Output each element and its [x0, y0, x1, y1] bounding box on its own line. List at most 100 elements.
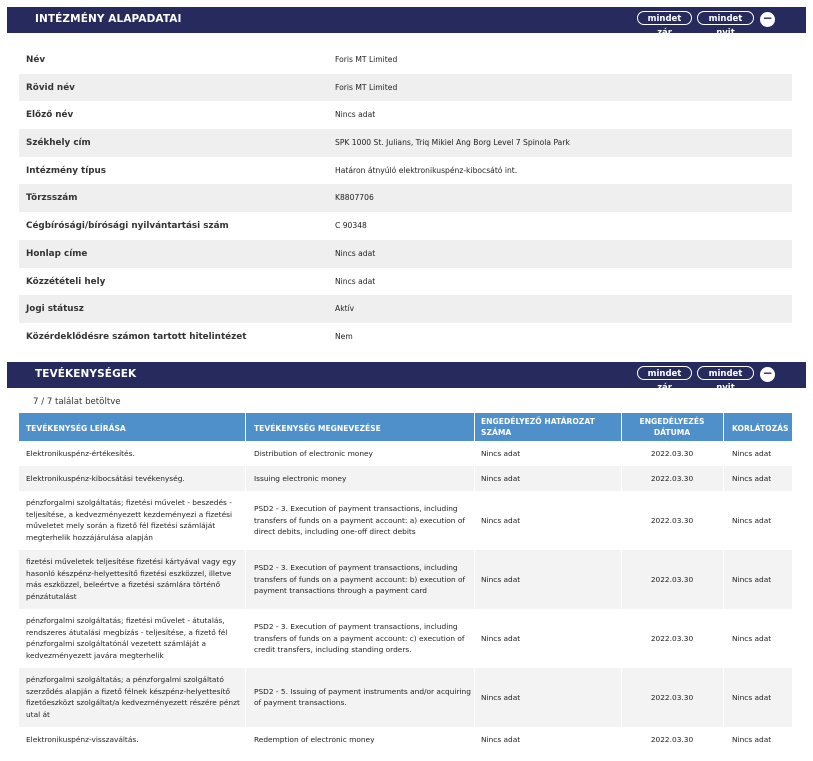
column-divider	[723, 550, 724, 609]
column-divider	[474, 466, 475, 491]
column-divider	[723, 441, 724, 466]
table-row: pénzforgalmi szolgáltatás; a pénzforgalm…	[19, 668, 792, 727]
restriction-cell: Nincs adat	[732, 734, 772, 744]
expand-all-button[interactable]: mindet nyit	[697, 11, 754, 38]
decision-number-cell: Nincs adat	[481, 515, 521, 525]
minus-icon[interactable]: −	[760, 12, 775, 27]
name-cell: Distribution of electronic money	[254, 448, 472, 460]
info-label: Jogi státusz	[26, 304, 84, 315]
description-line: Elektronikuspénz-kibocsátási tevékenység…	[26, 473, 185, 483]
decision-number-cell: Nincs adat	[481, 692, 521, 702]
name-cell: PSD2 - 3. Execution of payment transacti…	[254, 503, 472, 538]
name-line: PSD2 - 5. Issuing of payment instruments…	[254, 686, 471, 696]
name-line: transfers of funds on a payment account:…	[254, 574, 466, 584]
info-label: Honlap címe	[26, 248, 88, 259]
restriction-cell: Nincs adat	[732, 515, 772, 525]
info-label: Törzsszám	[26, 193, 78, 204]
description-line: hasonló készpénz-helyettesítő fizetési e…	[26, 568, 232, 578]
column-divider	[245, 727, 246, 752]
column-divider	[723, 668, 724, 727]
activities-section-header: TEVÉKENYSÉGEK mindet zár mindet nyit −	[7, 362, 806, 393]
column-divider	[723, 609, 724, 668]
info-row: Székhely cím SPK 1000 St. Julians, Triq M…	[19, 129, 792, 157]
info-value: Foris MT Limited	[335, 82, 398, 92]
restriction-cell: Nincs adat	[732, 448, 772, 458]
column-divider	[245, 668, 246, 727]
info-row: Törzsszám K8807706	[19, 184, 792, 213]
column-header-date[interactable]: ENGEDÉLYEZÉS DÁTUMA	[621, 417, 723, 437]
column-header-name[interactable]: TEVÉKENYSÉG MEGNEVEZÉSE	[254, 424, 381, 433]
expand-all-button[interactable]: mindet nyit	[697, 366, 754, 393]
decision-number-cell: Nincs adat	[481, 633, 521, 643]
collapse-all-button[interactable]: mindet zár	[637, 11, 692, 38]
column-header-decision-line1: ENGEDÉLYEZŐ HATÁROZAT	[481, 417, 595, 426]
table-row: Elektronikuspénz-értékesítés. Distributio…	[19, 441, 792, 466]
description-cell: pénzforgalmi szolgáltatás; a pénzforgalm…	[26, 674, 242, 720]
info-value: SPK 1000 St. Julians, Triq Mikiel Ang Bo…	[335, 138, 570, 148]
date-cell: 2022.03.30	[650, 448, 694, 458]
column-header-restriction[interactable]: KORLÁTOZÁS	[732, 424, 788, 433]
description-cell: Elektronikuspénz-visszaváltás.	[26, 734, 242, 746]
description-line: műveletet mely során a fizető fél fizeté…	[26, 521, 216, 531]
name-line: credit transfers, including standing ord…	[254, 645, 412, 655]
collapse-all-button[interactable]: mindet zár	[637, 366, 692, 393]
info-row: Név Foris MT Limited	[19, 46, 792, 74]
name-cell: Redemption of electronic money	[254, 734, 472, 746]
table-row: Elektronikuspénz-visszaváltás. Redemption…	[19, 727, 792, 752]
column-header-decision-number[interactable]: ENGEDÉLYEZŐ HATÁROZAT SZÁMA	[481, 417, 595, 437]
description-line: más eszközzel, beleértve a fizetési szám…	[26, 580, 221, 590]
column-divider	[621, 466, 622, 491]
info-row: Rövid név Foris MT Limited	[19, 73, 792, 102]
table-row: fizetési műveletek teljesítése fizetési …	[19, 550, 792, 609]
date-cell: 2022.03.30	[650, 473, 694, 483]
name-line: payment transactions through a payment c…	[254, 586, 427, 596]
description-line: pénzforgalmi szolgáltatónál vezetett szá…	[26, 639, 207, 649]
info-label: Név	[26, 55, 46, 65]
table-body: Elektronikuspénz-értékesítés. Distributio…	[19, 441, 792, 752]
info-label: Előző név	[26, 110, 74, 121]
description-cell: Elektronikuspénz-kibocsátási tevékenység…	[26, 473, 242, 485]
column-divider	[621, 491, 622, 550]
description-line: szerződés alapján a fizető félnek készpé…	[26, 686, 230, 696]
column-divider	[723, 466, 724, 491]
description-line: fizetési műveletek teljesítése fizetési …	[26, 557, 236, 567]
restriction-cell: Nincs adat	[732, 633, 772, 643]
institution-info-table: Név Foris MT Limited Rövid név Foris MT Lim…	[19, 46, 792, 351]
name-cell: PSD2 - 5. Issuing of payment instruments…	[254, 686, 472, 709]
column-divider	[245, 491, 246, 550]
name-line: transfers of funds on a payment account:…	[254, 515, 465, 525]
column-header-date-line1: ENGEDÉLYEZÉS	[639, 417, 705, 426]
activities-table: TEVÉKENYSÉG LEÍRÁSA TEVÉKENYSÉG MEGNEVEZ…	[19, 413, 792, 752]
description-line: fizetőeszközt szolgáltat/a kedvezményeze…	[26, 698, 240, 708]
decision-number-cell: Nincs adat	[481, 574, 521, 584]
restriction-cell: Nincs adat	[732, 692, 772, 702]
description-line: utal át	[26, 710, 50, 720]
column-divider	[621, 441, 622, 466]
column-divider	[245, 609, 246, 668]
name-line: PSD2 - 3. Execution of payment transacti…	[254, 504, 458, 514]
name-line: Distribution of electronic money	[254, 448, 373, 458]
table-header: TEVÉKENYSÉG LEÍRÁSA TEVÉKENYSÉG MEGNEVEZ…	[19, 413, 792, 441]
info-label: Rövid név	[26, 82, 75, 93]
column-divider	[474, 727, 475, 752]
description-line: pénzátutalást	[26, 592, 77, 602]
info-value: Nincs adat	[335, 110, 376, 120]
column-divider	[621, 609, 622, 668]
name-line: Redemption of electronic money	[254, 734, 375, 744]
column-header-decision-line2: SZÁMA	[481, 428, 512, 437]
activities-section-title: TEVÉKENYSÉGEK	[35, 368, 137, 380]
description-line: Elektronikuspénz-értékesítés.	[26, 448, 135, 458]
date-cell: 2022.03.30	[650, 692, 694, 702]
column-header-description[interactable]: TEVÉKENYSÉG LEÍRÁSA	[26, 424, 126, 433]
info-label: Intézmény típus	[26, 165, 107, 176]
name-cell: PSD2 - 3. Execution of payment transacti…	[254, 562, 472, 597]
name-cell: Issuing electronic money	[254, 473, 472, 485]
decision-number-cell: Nincs adat	[481, 734, 521, 744]
info-label: Székhely cím	[26, 138, 91, 149]
description-line: megterhelik hozzájárulása alapján	[26, 533, 153, 543]
info-row: Előző név Nincs adat	[19, 101, 792, 129]
column-divider	[474, 491, 475, 550]
name-line: of payment transactions.	[254, 698, 347, 708]
minus-icon[interactable]: −	[760, 367, 775, 382]
date-cell: 2022.03.30	[650, 515, 694, 525]
